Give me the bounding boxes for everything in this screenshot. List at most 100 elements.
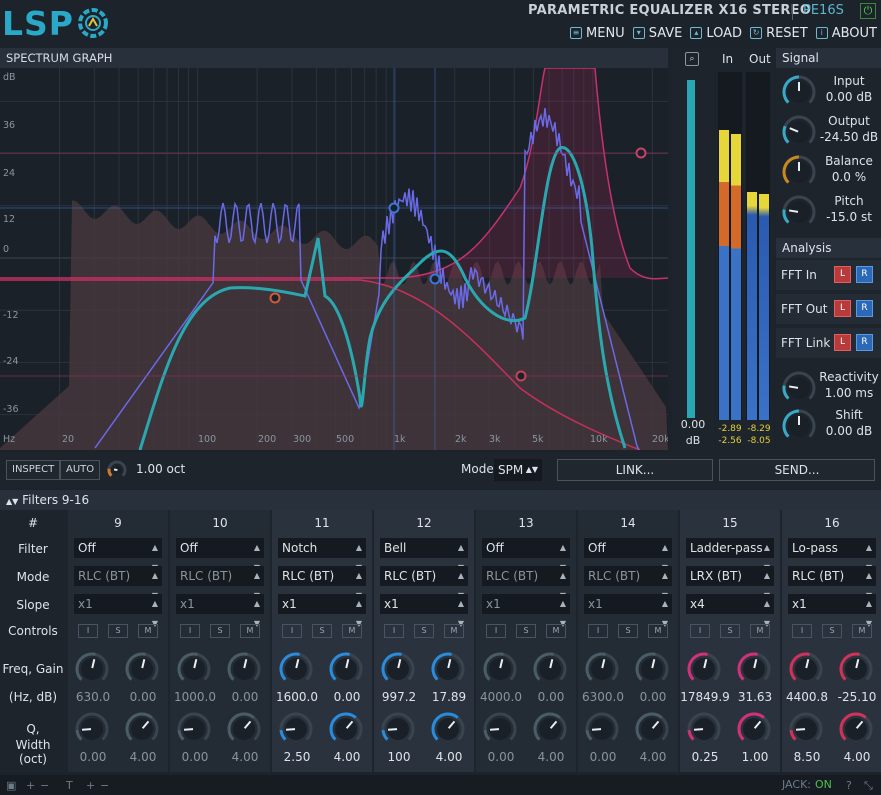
font-bigger-icon[interactable]: + xyxy=(86,779,95,792)
solo-toggle[interactable]: S xyxy=(210,624,230,638)
filter-type-select[interactable]: Ladder-pass▲▼ xyxy=(686,538,774,572)
filter-type-select[interactable]: Off▲▼ xyxy=(74,538,162,572)
fft-in-left-button[interactable]: L xyxy=(834,266,851,283)
filter-slope-select[interactable]: x1 ▲ ▼ xyxy=(74,594,162,628)
width-knob[interactable] xyxy=(227,712,261,746)
mute-toggle[interactable]: M xyxy=(342,624,362,638)
fft-link-left-button[interactable]: L xyxy=(834,334,851,351)
save-button[interactable]: ▾ SAVE xyxy=(632,24,682,42)
filter-type-select[interactable]: Off▲▼ xyxy=(176,538,264,572)
reset-button[interactable]: ↻ RESET xyxy=(750,24,808,42)
balance-knob[interactable] xyxy=(782,155,816,189)
pitch-knob[interactable] xyxy=(782,195,816,229)
filter-slope-select[interactable]: x1 ▲ ▼ xyxy=(482,594,570,628)
solo-toggle[interactable]: S xyxy=(822,624,842,638)
gain-knob[interactable] xyxy=(839,652,873,686)
power-icon[interactable]: ⏻ xyxy=(860,3,876,19)
filter-type-select[interactable]: Notch▲▼ xyxy=(278,538,366,572)
font-icon[interactable]: T xyxy=(66,779,73,792)
gain-knob[interactable] xyxy=(737,652,771,686)
frequency-knob[interactable] xyxy=(789,652,823,686)
width-knob[interactable] xyxy=(737,712,771,746)
zoom-out-icon[interactable]: − xyxy=(40,779,49,792)
gain-knob[interactable] xyxy=(125,652,159,686)
mute-toggle[interactable]: M xyxy=(240,624,260,638)
mute-toggle[interactable]: M xyxy=(444,624,464,638)
help-icon[interactable]: ? xyxy=(846,779,852,792)
font-smaller-icon[interactable]: − xyxy=(100,779,109,792)
mute-toggle[interactable]: M xyxy=(138,624,158,638)
input-gain-knob[interactable] xyxy=(782,75,816,109)
filter-type-select[interactable]: Bell▲▼ xyxy=(380,538,468,572)
gain-knob[interactable] xyxy=(431,652,465,686)
solo-toggle[interactable]: S xyxy=(618,624,638,638)
window-icon[interactable]: ▣ xyxy=(6,779,16,792)
q-knob[interactable] xyxy=(789,712,823,746)
frequency-knob[interactable] xyxy=(177,652,211,686)
width-knob[interactable] xyxy=(125,712,159,746)
spectrum-graph[interactable]: dB 36 24 12 0 -12 -24 -36 Hz 20 100 200 … xyxy=(0,68,668,450)
shift-knob[interactable] xyxy=(782,409,816,443)
inspect-button[interactable]: INSPECT xyxy=(6,460,61,480)
fft-out-left-button[interactable]: L xyxy=(834,300,851,317)
gain-knob[interactable] xyxy=(533,652,567,686)
solo-toggle[interactable]: S xyxy=(516,624,536,638)
filter-type-select[interactable]: Off▲▼ xyxy=(482,538,570,572)
zoom-in-icon[interactable]: + xyxy=(26,779,35,792)
filter-mode-select[interactable]: RLC (BT)▲▼ xyxy=(74,566,162,600)
mute-toggle[interactable]: M xyxy=(750,624,770,638)
width-knob[interactable] xyxy=(533,712,567,746)
fft-in-right-button[interactable]: R xyxy=(856,266,873,283)
gain-knob[interactable] xyxy=(329,652,363,686)
inspect-toggle[interactable]: I xyxy=(792,624,812,638)
q-knob[interactable] xyxy=(381,712,415,746)
filter-mode-select[interactable]: RLC (BT)▲▼ xyxy=(278,566,366,600)
frequency-knob[interactable] xyxy=(687,652,721,686)
zoom-icon[interactable]: ⌕ xyxy=(685,52,699,66)
inspect-toggle[interactable]: I xyxy=(486,624,506,638)
q-knob[interactable] xyxy=(585,712,619,746)
inspect-toggle[interactable]: I xyxy=(690,624,710,638)
menu-button[interactable]: ≡ MENU xyxy=(570,24,625,42)
fft-link-right-button[interactable]: R xyxy=(856,334,873,351)
solo-toggle[interactable]: S xyxy=(720,624,740,638)
auto-button[interactable]: AUTO xyxy=(60,460,101,480)
solo-toggle[interactable]: S xyxy=(312,624,332,638)
inspect-toggle[interactable]: I xyxy=(384,624,404,638)
frequency-knob[interactable] xyxy=(75,652,109,686)
octave-knob[interactable] xyxy=(107,460,127,480)
inspect-toggle[interactable]: I xyxy=(588,624,608,638)
solo-toggle[interactable]: S xyxy=(108,624,128,638)
width-knob[interactable] xyxy=(329,712,363,746)
link-button[interactable]: LINK... xyxy=(557,459,713,481)
mode-select[interactable]: SPM ▲▼ xyxy=(494,459,542,481)
filter-mode-select[interactable]: LRX (BT)▲▼ xyxy=(686,566,774,600)
filter-mode-select[interactable]: RLC (BT)▲▼ xyxy=(788,566,876,600)
mute-toggle[interactable]: M xyxy=(648,624,668,638)
filter-mode-select[interactable]: RLC (BT)▲▼ xyxy=(584,566,672,600)
reactivity-knob[interactable] xyxy=(782,371,816,405)
width-knob[interactable] xyxy=(635,712,669,746)
send-button[interactable]: SEND... xyxy=(719,459,875,481)
filter-mode-select[interactable]: RLC (BT)▲▼ xyxy=(380,566,468,600)
frequency-knob[interactable] xyxy=(279,652,313,686)
filter-mode-select[interactable]: RLC (BT)▲▼ xyxy=(176,566,264,600)
about-button[interactable]: i ABOUT xyxy=(815,24,877,42)
frequency-knob[interactable] xyxy=(483,652,517,686)
inspect-toggle[interactable]: I xyxy=(180,624,200,638)
load-button[interactable]: ▴ LOAD xyxy=(690,24,742,42)
spectrum-svg[interactable] xyxy=(0,68,668,450)
width-knob[interactable] xyxy=(839,712,873,746)
filter-slope-select[interactable]: x1 ▲ ▼ xyxy=(788,594,876,628)
width-knob[interactable] xyxy=(431,712,465,746)
gain-knob[interactable] xyxy=(635,652,669,686)
q-knob[interactable] xyxy=(279,712,313,746)
q-knob[interactable] xyxy=(75,712,109,746)
filter-slope-select[interactable]: x1 ▲ ▼ xyxy=(278,594,366,628)
q-knob[interactable] xyxy=(687,712,721,746)
q-knob[interactable] xyxy=(483,712,517,746)
q-knob[interactable] xyxy=(177,712,211,746)
output-gain-knob[interactable] xyxy=(782,115,816,149)
frequency-knob[interactable] xyxy=(381,652,415,686)
gain-knob[interactable] xyxy=(227,652,261,686)
